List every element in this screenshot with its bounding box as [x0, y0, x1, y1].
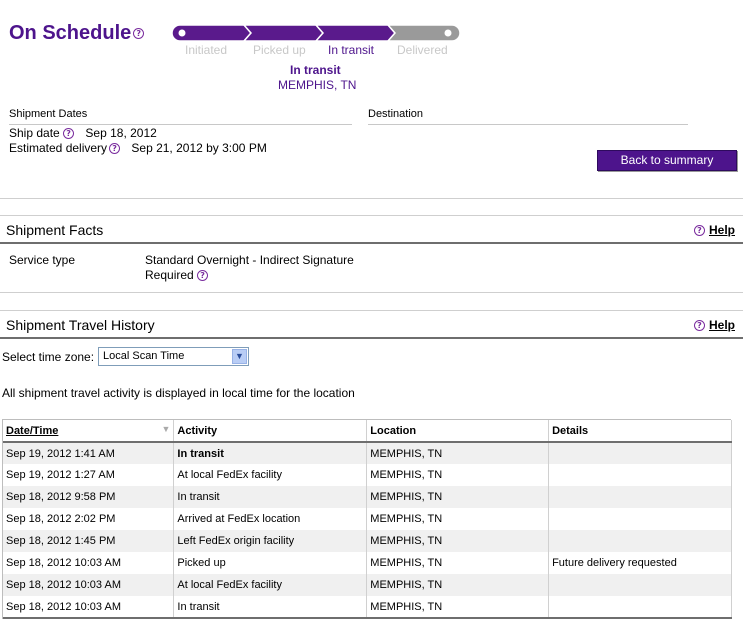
progress-endpoint-dot	[178, 29, 186, 37]
ship-date-label: Ship date	[9, 126, 60, 140]
cell-location: MEMPHIS, TN	[366, 442, 550, 464]
cell-activity: At local FedEx facility	[173, 574, 368, 596]
cell-activity: In transit	[173, 486, 368, 508]
table-row: Sep 18, 2012 10:03 AM In transit MEMPHIS, …	[3, 596, 732, 619]
shipment-facts-title: Shipment Facts	[6, 222, 104, 238]
cell-details: Future delivery requested	[548, 552, 732, 574]
cell-location: MEMPHIS, TN	[366, 552, 550, 574]
shipment-dates-heading: Shipment Dates	[9, 108, 88, 120]
cell-activity: At local FedEx facility	[173, 464, 368, 486]
travel-history-rows: Sep 19, 2012 1:41 AM In transit MEMPHIS, T…	[3, 442, 732, 619]
cell-location: MEMPHIS, TN	[366, 530, 550, 552]
time-zone-select[interactable]: Local Scan Time ▼	[98, 347, 249, 366]
table-row: Sep 18, 2012 2:02 PM Arrived at FedEx loc…	[3, 508, 732, 530]
estimated-delivery-row: Estimated delivery? Sep 21, 2012 by 3:00…	[9, 141, 267, 155]
cell-datetime: Sep 19, 2012 1:27 AM	[3, 464, 175, 486]
cell-datetime: Sep 18, 2012 10:03 AM	[3, 596, 175, 619]
current-status: In transit	[290, 63, 341, 77]
current-location: MEMPHIS, TN	[278, 78, 357, 92]
time-zone-label: Select time zone:	[2, 350, 95, 364]
column-header-activity: Activity	[173, 420, 368, 443]
cell-details	[548, 442, 732, 464]
estimated-delivery-value: Sep 21, 2012 by 3:00 PM	[131, 141, 267, 155]
cell-details	[548, 596, 732, 619]
cell-details	[548, 486, 732, 508]
shipment-facts-header: Shipment Facts ? Help	[0, 216, 743, 244]
table-row: Sep 18, 2012 9:58 PM In transit MEMPHIS, T…	[3, 486, 732, 508]
service-type-label: Service type	[9, 253, 76, 267]
cell-activity: Arrived at FedEx location	[173, 508, 368, 530]
cell-details	[548, 530, 732, 552]
shipment-dates-rule	[9, 124, 352, 125]
cell-datetime: Sep 18, 2012 9:58 PM	[3, 486, 175, 508]
travel-history-header: Shipment Travel History ? Help	[0, 311, 743, 339]
travel-history-help-link[interactable]: ? Help	[693, 318, 735, 332]
cell-location: MEMPHIS, TN	[366, 464, 550, 486]
progress-step-picked-up: Picked up	[253, 43, 306, 57]
table-row: Sep 18, 2012 10:03 AM At local FedEx faci…	[3, 574, 732, 596]
status-title: On Schedule?	[9, 22, 145, 45]
help-question-icon[interactable]: ?	[197, 270, 209, 282]
progress-endpoint-dot	[444, 29, 452, 37]
help-question-icon: ?	[693, 320, 705, 332]
progress-segment	[314, 24, 396, 42]
cell-activity: Picked up	[173, 552, 368, 574]
progress-step-in-transit: In transit	[328, 43, 375, 57]
help-question-icon: ?	[693, 225, 705, 237]
column-header-location: Location	[366, 420, 550, 443]
cell-location: MEMPHIS, TN	[366, 596, 550, 619]
help-question-icon[interactable]: ?	[109, 143, 121, 155]
destination-heading: Destination	[368, 108, 424, 120]
status-panel: On Schedule? Initiated Picked up In tran…	[0, 0, 743, 199]
sort-arrow-icon[interactable]: ▼	[161, 424, 170, 434]
cell-datetime: Sep 18, 2012 2:02 PM	[3, 508, 175, 530]
column-header-details: Details	[548, 420, 732, 443]
help-question-icon[interactable]: ?	[133, 28, 145, 40]
progress-step-delivered: Delivered	[397, 43, 448, 57]
estimated-delivery-label: Estimated delivery	[9, 141, 108, 155]
progress-step-initiated: Initiated	[185, 43, 228, 57]
help-question-icon[interactable]: ?	[63, 128, 75, 140]
cell-details	[548, 574, 732, 596]
ship-date-value: Sep 18, 2012	[85, 126, 157, 140]
column-header-datetime[interactable]: Date/Time ▼	[3, 420, 175, 443]
cell-datetime: Sep 18, 2012 10:03 AM	[3, 552, 175, 574]
cell-activity: In transit	[173, 596, 368, 619]
local-time-note: All shipment travel activity is displaye…	[2, 386, 355, 400]
back-to-summary-button[interactable]: Back to summary	[597, 150, 737, 171]
shipment-facts-help-link[interactable]: ? Help	[693, 223, 735, 237]
table-row: Sep 18, 2012 10:03 AM Picked up MEMPHIS, T…	[3, 552, 732, 574]
cell-details	[548, 464, 732, 486]
travel-history-title: Shipment Travel History	[6, 317, 155, 333]
table-row: Sep 19, 2012 1:41 AM In transit MEMPHIS, T…	[3, 442, 732, 464]
chevron-down-icon[interactable]: ▼	[232, 349, 247, 364]
progress-segment	[242, 24, 324, 42]
table-row: Sep 19, 2012 1:27 AM At local FedEx facil…	[3, 464, 732, 486]
cell-datetime: Sep 19, 2012 1:41 AM	[3, 442, 175, 464]
table-row: Sep 18, 2012 1:45 PM Left FedEx origin fa…	[3, 530, 732, 552]
cell-datetime: Sep 18, 2012 10:03 AM	[3, 574, 175, 596]
destination-rule	[368, 124, 688, 125]
travel-history-table-wrap: Date/Time ▼ Activity Location Details Se…	[2, 419, 732, 619]
cell-activity: Left FedEx origin facility	[173, 530, 368, 552]
cell-datetime: Sep 18, 2012 1:45 PM	[3, 530, 175, 552]
cell-location: MEMPHIS, TN	[366, 508, 550, 530]
cell-activity: In transit	[173, 442, 368, 464]
progress-bar	[172, 24, 461, 42]
cell-details	[548, 508, 732, 530]
shipment-facts-panel: Shipment Facts ? Help Service type Standa…	[0, 215, 743, 293]
travel-history-table: Date/Time ▼ Activity Location Details Se…	[3, 420, 732, 619]
cell-location: MEMPHIS, TN	[366, 574, 550, 596]
cell-location: MEMPHIS, TN	[366, 486, 550, 508]
ship-date-row: Ship date ? Sep 18, 2012	[9, 126, 157, 140]
service-type-value: Standard Overnight - Indirect Signature …	[145, 253, 354, 282]
